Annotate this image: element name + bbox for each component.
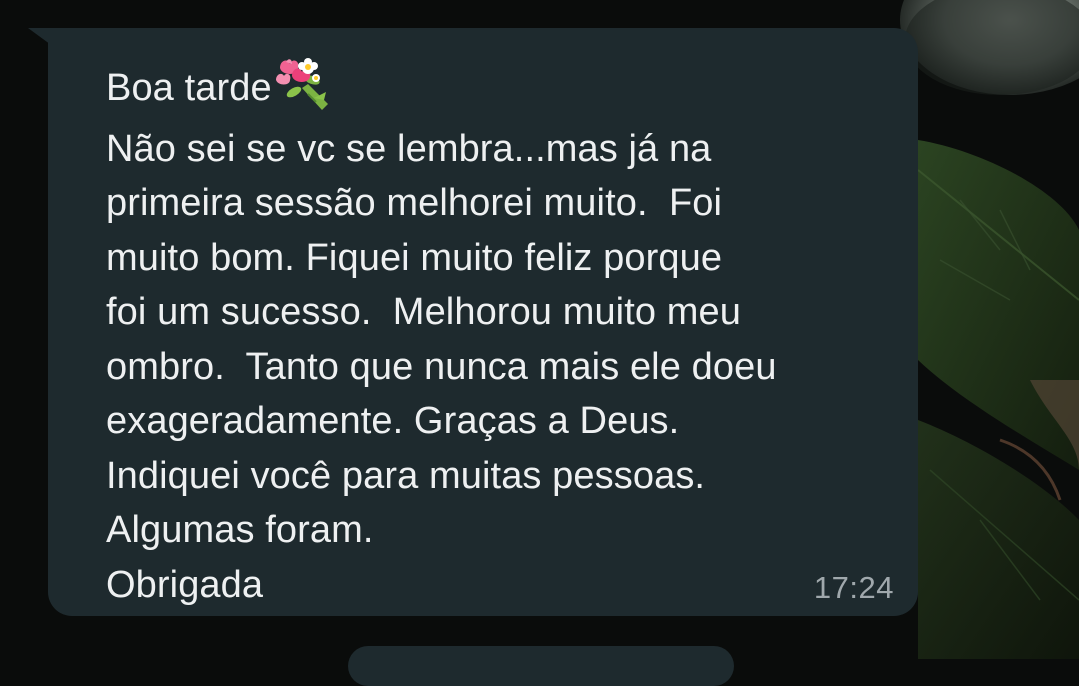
message-line: Algumas foram.	[106, 509, 374, 551]
incoming-message-bubble[interactable]: Boa tarde Não sei se vc se lembra...mas …	[28, 28, 918, 616]
message-greeting-line: Boa tarde	[106, 54, 906, 116]
message-line: foi um sucesso. Melhorou muito meu	[106, 291, 741, 333]
message-line: Obrigada	[106, 563, 264, 606]
message-line: Não sei se vc se lembra...mas já na	[106, 127, 712, 170]
message-text: Boa tarde Não sei se vc se lembra...mas …	[106, 54, 906, 612]
message-greeting: Boa tarde	[106, 67, 272, 109]
message-line: exageradamente. Graças a Deus.	[106, 400, 680, 442]
message-timestamp: 17:24	[813, 570, 894, 605]
message-line: Indiquei você para muitas pessoas.	[106, 454, 706, 497]
next-message-bubble-edge[interactable]	[348, 646, 734, 686]
bouquet-icon	[275, 58, 328, 110]
message-line: ombro. Tanto que nunca mais ele doeu	[106, 345, 777, 388]
message-bubble-body: Boa tarde Não sei se vc se lembra...mas …	[48, 28, 918, 616]
message-line: primeira sessão melhorei muito. Foi	[106, 182, 723, 224]
message-line: muito bom. Fiquei muito feliz porque	[106, 236, 723, 279]
